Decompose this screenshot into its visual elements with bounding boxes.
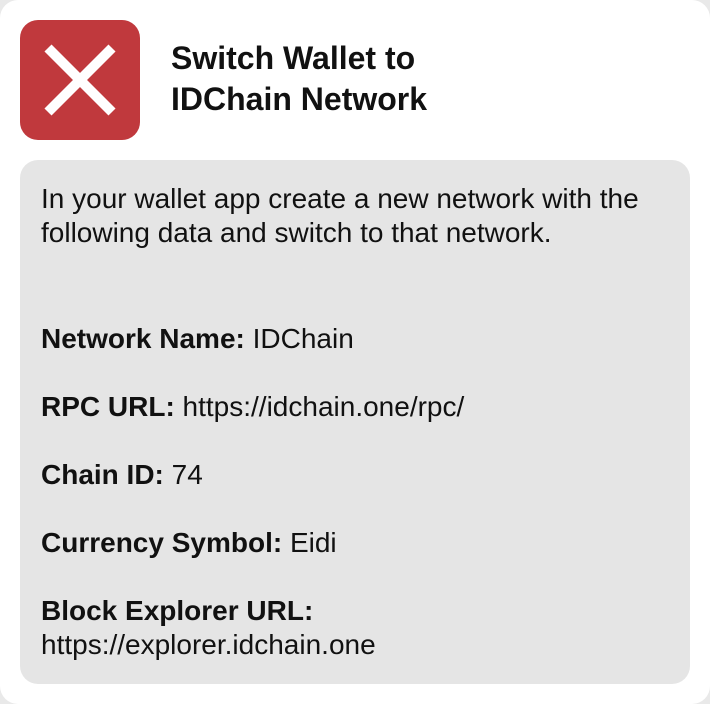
rpc-url-field: RPC URL: https://idchain.one/rpc/ [41,390,671,424]
rpc-url-label: RPC URL: [41,391,175,422]
network-name-label: Network Name: [41,323,245,354]
currency-symbol-label: Currency Symbol: [41,527,283,558]
dialog-title: Switch Wallet to IDChain Network [171,38,691,120]
rpc-url-value: https://idchain.one/rpc/ [182,391,465,422]
instructions-text: In your wallet app create a new network … [41,183,639,248]
chain-id-field: Chain ID: 74 [41,458,671,492]
dialog-title-line-2: IDChain Network [171,81,428,117]
block-explorer-url-field: Block Explorer URL: https://explorer.idc… [41,594,671,662]
chain-id-value: 74 [171,459,203,490]
network-details-panel: In your wallet app create a new network … [20,160,690,684]
switch-network-dialog: Switch Wallet to IDChain Network In your… [0,0,710,704]
currency-symbol-value: Eidi [289,527,337,558]
network-name-field: Network Name: IDChain [41,322,671,356]
chain-id-label: Chain ID: [41,459,164,490]
close-x-icon [20,20,140,140]
block-explorer-url-label: Block Explorer URL: [41,595,314,626]
dialog-title-line-1: Switch Wallet to [171,40,416,76]
currency-symbol-field: Currency Symbol: Eidi [41,526,671,560]
network-name-value: IDChain [252,323,354,354]
block-explorer-url-value: https://explorer.idchain.one [41,629,376,660]
